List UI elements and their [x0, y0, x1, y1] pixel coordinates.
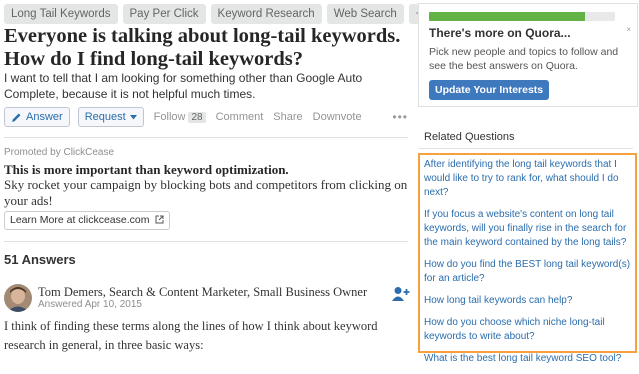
topic-chip[interactable]: Pay Per Click — [122, 4, 206, 24]
topic-chip[interactable]: Keyword Research — [210, 4, 322, 24]
question-action-bar: Answer Request Follow 28 Comment Share Do… — [4, 106, 408, 128]
topic-chips: Long Tail Keywords Pay Per Click Keyword… — [4, 4, 461, 24]
update-interests-button[interactable]: Update Your Interests — [429, 80, 550, 100]
ad-learn-more-label: Learn More at clickcease.com — [10, 214, 150, 226]
follow-label: Follow — [153, 111, 186, 123]
progress-fill — [429, 12, 586, 21]
answer-button[interactable]: Answer — [4, 107, 70, 127]
related-question-link[interactable]: What is the best long tail keyword SEO t… — [424, 352, 634, 366]
answer-date[interactable]: Answered Apr 10, 2015 — [38, 299, 142, 310]
related-question-link[interactable]: After identifying the long tail keywords… — [424, 158, 634, 200]
author-photo — [4, 284, 32, 312]
avatar[interactable] — [4, 284, 32, 312]
external-link-icon — [155, 215, 164, 224]
divider — [4, 137, 408, 138]
related-question-link[interactable]: How do you choose which niche long-tail … — [424, 316, 634, 344]
downvote-link[interactable]: Downvote — [313, 111, 362, 123]
related-question-link[interactable]: How long tail keywords can help? — [424, 294, 634, 308]
topic-chip[interactable]: Web Search — [326, 4, 404, 24]
follow-count: 28 — [188, 112, 206, 123]
related-question-link[interactable]: How do you find the BEST long tail keywo… — [424, 258, 634, 286]
answer-text: I think of finding these terms along the… — [4, 319, 378, 352]
promo-text: Pick new people and topics to follow and… — [429, 46, 619, 72]
divider — [4, 241, 408, 242]
promoted-by-label: Promoted by ClickCease — [4, 147, 115, 158]
follow-user-icon[interactable] — [392, 286, 410, 302]
divider — [418, 148, 633, 149]
close-icon[interactable]: × — [626, 25, 631, 34]
topic-chip[interactable]: Long Tail Keywords — [4, 4, 118, 24]
request-button[interactable]: Request — [77, 107, 144, 127]
related-question-link[interactable]: If you focus a website's content on long… — [424, 208, 634, 250]
question-title[interactable]: Everyone is talking about long-tail keyw… — [4, 25, 404, 71]
caret-down-icon — [129, 114, 137, 119]
progress-bar — [429, 12, 615, 21]
related-questions-list: After identifying the long tail keywords… — [424, 158, 634, 374]
follow-link[interactable]: Follow 28 — [154, 111, 206, 123]
ad-headline[interactable]: This is more important than keyword opti… — [4, 162, 409, 178]
request-button-label: Request — [84, 111, 126, 123]
more-options-button[interactable]: ••• — [392, 110, 408, 124]
comment-link[interactable]: Comment — [216, 111, 264, 123]
ad-body: Sky rocket your campaign by blocking bot… — [4, 177, 408, 208]
interests-promo-card: × There's more on Quora... Pick new peop… — [418, 3, 638, 107]
ad-learn-more-button[interactable]: Learn More at clickcease.com — [4, 211, 171, 230]
related-questions-heading: Related Questions — [424, 131, 515, 143]
share-link[interactable]: Share — [273, 111, 302, 123]
answer-author[interactable]: Tom Demers, Search & Content Marketer, S… — [38, 285, 367, 300]
answer-button-label: Answer — [26, 111, 63, 123]
pencil-icon — [12, 113, 21, 122]
answers-count: 51 Answers — [4, 252, 76, 267]
promo-title: There's more on Quora... — [429, 26, 571, 40]
question-details: I want to tell that I am looking for som… — [4, 71, 363, 101]
